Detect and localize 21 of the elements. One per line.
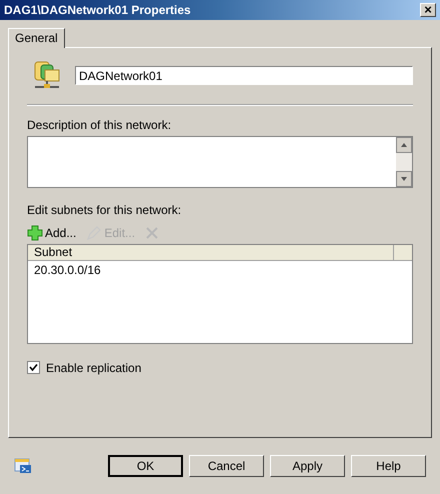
description-label: Description of this network: [27, 116, 172, 134]
delete-icon [145, 226, 160, 240]
scrollbar[interactable] [396, 136, 412, 187]
scroll-down-icon[interactable] [396, 170, 412, 187]
scroll-up-icon[interactable] [396, 136, 412, 153]
description-field[interactable] [27, 136, 413, 188]
dialog-button[interactable]: OK [108, 455, 183, 478]
subnet-row[interactable]: 20.30.0.0/16 [28, 260, 412, 279]
close-button[interactable]: × [420, 2, 436, 17]
window-title: DAG1\DAGNetwork01 Properties [4, 2, 191, 19]
tab[interactable]: General [8, 28, 65, 48]
console-icon[interactable] [14, 458, 32, 474]
checkbox-label: Enable replication [46, 360, 142, 377]
name-field[interactable]: DAGNetwork01 [75, 66, 413, 86]
dialog-button[interactable]: Help [351, 455, 426, 478]
dialog-button[interactable]: Cancel [189, 455, 264, 478]
dialog-button[interactable]: Apply [270, 455, 345, 478]
plus-icon [27, 224, 43, 241]
subnets-label: Edit subnets for this network: [27, 202, 182, 219]
checkbox[interactable] [27, 361, 40, 374]
add-button[interactable]: Add... [27, 224, 76, 242]
